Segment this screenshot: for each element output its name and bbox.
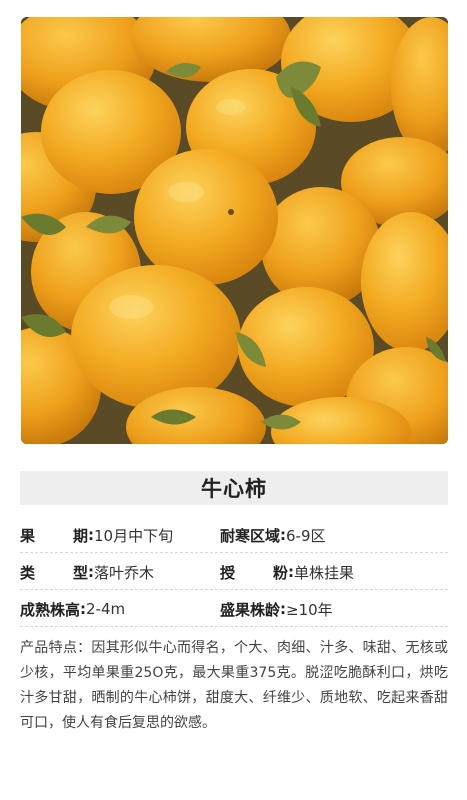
- label-mature-height: 成熟株高: [20, 600, 81, 619]
- persimmon-illustration: [21, 17, 448, 444]
- value-type: 落叶乔木: [94, 563, 155, 582]
- product-title: 牛心柿: [20, 471, 448, 505]
- value-cold-zone: 6-9区: [286, 526, 326, 545]
- spec-row-height: 成熟株高: 2-4m 盛果株龄: ≥10年: [20, 592, 448, 627]
- value-pollination: 单株挂果: [294, 563, 355, 582]
- label-pollination: 授粉: [220, 563, 288, 582]
- label-peak-age: 盛果株龄: [220, 600, 281, 619]
- label-cold-zone: 耐寒区域: [220, 526, 281, 545]
- label-fruit-period: 果期: [20, 526, 88, 545]
- value-fruit-period: 10月中下旬: [94, 526, 174, 545]
- spec-row-type: 类型 : 落叶乔木 授粉 : 单株挂果: [20, 555, 448, 590]
- persimmon-photo: [21, 17, 448, 444]
- spec-row-fruit-period: 果期 : 10月中下旬 耐寒区域: 6-9区: [20, 518, 448, 553]
- product-description: 产品特点：因其形似牛心而得名，个大、肉细、汁多、味甜、无核或少核，平均单果重25…: [20, 640, 448, 731]
- value-mature-height: 2-4m: [86, 600, 126, 618]
- label-type: 类型: [20, 563, 88, 582]
- value-peak-age: ≥10年: [286, 600, 333, 619]
